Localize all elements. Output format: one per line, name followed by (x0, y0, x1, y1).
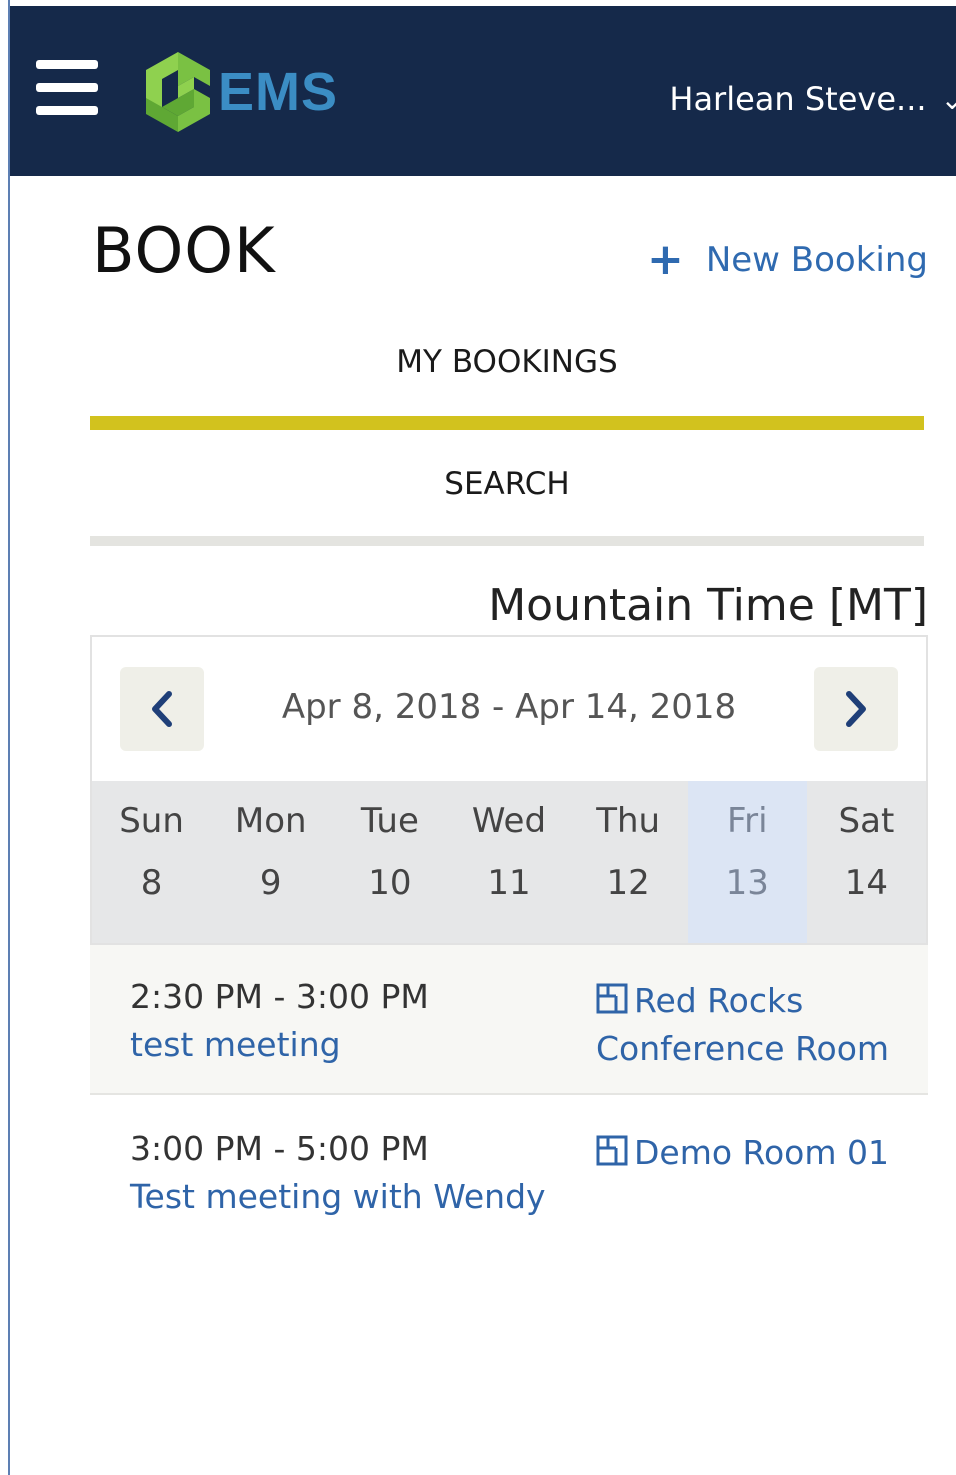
day-name: Fri (727, 801, 768, 841)
day-date: 13 (725, 863, 769, 903)
new-booking-label: New Booking (705, 240, 928, 280)
day-wed[interactable]: Wed 11 (449, 781, 568, 943)
logo-text: EMS (218, 62, 339, 122)
user-name: Harlean Steve... (669, 80, 927, 118)
booking-item[interactable]: 3:00 PM - 5:00 PM Test meeting with Wend… (90, 1097, 928, 1247)
day-strip: Sun 8 Mon 9 Tue 10 Wed 11 Thu 12 Fri 13 … (92, 781, 926, 943)
booking-item[interactable]: 2:30 PM - 3:00 PM test meeting Red Rocks… (90, 945, 928, 1095)
day-date: 14 (844, 863, 889, 903)
room-icon (596, 983, 628, 1014)
tab-my-bookings[interactable]: MY BOOKINGS (90, 344, 924, 430)
day-date: 8 (140, 863, 163, 903)
timezone-label: Mountain Time [MT] (488, 580, 928, 631)
booking-title-link[interactable]: test meeting (130, 1025, 341, 1064)
active-tab-indicator (90, 416, 924, 430)
tab-divider (90, 536, 924, 546)
booking-room-link[interactable]: Demo Room 01 (596, 1129, 916, 1177)
day-name: Sun (119, 801, 184, 841)
ems-logo[interactable]: EMS (142, 50, 338, 134)
tab-search[interactable]: SEARCH (90, 466, 924, 546)
window-edge (8, 0, 10, 1475)
new-booking-button[interactable]: + New Booking (647, 238, 928, 282)
day-date: 9 (259, 863, 282, 903)
booking-time: 3:00 PM - 5:00 PM (130, 1129, 429, 1168)
day-date: 10 (368, 863, 412, 903)
day-date: 12 (606, 863, 650, 903)
ems-logo-mark-icon (146, 52, 210, 132)
tab-search-label: SEARCH (444, 466, 570, 502)
day-thu[interactable]: Thu 12 (569, 781, 688, 943)
next-week-button[interactable] (814, 667, 898, 751)
room-icon (596, 1135, 628, 1166)
day-fri-selected[interactable]: Fri 13 (687, 781, 807, 943)
booking-room-name: Demo Room 01 (634, 1133, 889, 1172)
page-title: BOOK (92, 214, 276, 287)
tab-my-bookings-label: MY BOOKINGS (396, 344, 618, 380)
booking-title-link[interactable]: Test meeting with Wendy (130, 1177, 546, 1216)
plus-icon: + (646, 234, 684, 285)
week-calendar: Apr 8, 2018 - Apr 14, 2018 Sun 8 Mon 9 T… (90, 635, 928, 945)
day-tue[interactable]: Tue 10 (330, 781, 449, 943)
booking-time: 2:30 PM - 3:00 PM (130, 977, 429, 1016)
hamburger-menu-icon[interactable] (36, 60, 98, 116)
day-name: Mon (234, 801, 307, 841)
day-sun[interactable]: Sun 8 (92, 781, 211, 943)
date-range: Apr 8, 2018 - Apr 14, 2018 (281, 687, 737, 727)
day-name: Thu (596, 801, 661, 841)
booking-room-name: Red Rocks Conference Room (596, 981, 890, 1068)
chevron-right-icon (846, 691, 866, 727)
day-name: Tue (360, 801, 419, 841)
day-date: 11 (487, 863, 531, 903)
user-menu[interactable]: Harlean Steve... ⌄ (669, 80, 956, 118)
booking-room-link[interactable]: Red Rocks Conference Room (596, 977, 916, 1073)
day-name: Sat (838, 801, 895, 841)
top-nav-bar: EMS Harlean Steve... ⌄ (10, 6, 956, 176)
day-sat[interactable]: Sat 14 (807, 781, 926, 943)
day-mon[interactable]: Mon 9 (211, 781, 330, 943)
chevron-down-icon: ⌄ (940, 82, 956, 116)
day-name: Wed (471, 801, 547, 841)
